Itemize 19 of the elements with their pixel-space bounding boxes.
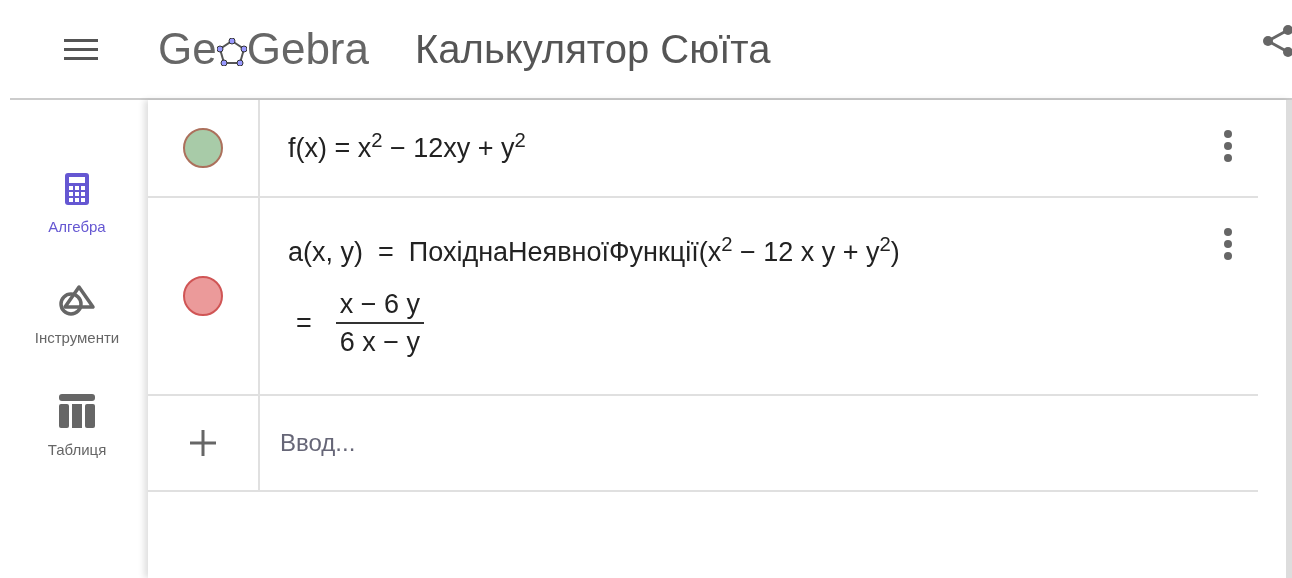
- denominator: 6 x − y: [338, 326, 422, 360]
- numerator: x − 6 y: [338, 288, 422, 322]
- sidebar-tab[interactable]: Інструменти: [34, 282, 120, 349]
- logo-text: Gebra: [246, 27, 369, 71]
- share-icon[interactable]: [1262, 24, 1292, 58]
- equals-sign: =: [296, 307, 312, 340]
- table-icon: [58, 393, 96, 429]
- logo-text: Ge: [158, 27, 217, 71]
- circle-triangle-icon: [57, 282, 97, 317]
- calculator-icon: [64, 172, 90, 206]
- formula: f(x) = x$^{2}$ − 12xy + y$^{2}$: [288, 127, 527, 165]
- plus-icon[interactable]: [189, 429, 217, 457]
- sidebar-tab[interactable]: Таблиця: [47, 393, 107, 462]
- menu-icon[interactable]: [64, 38, 98, 60]
- formula: a(x, y) = ПохіднаНеявноїФункції(x$^{2}$ − 12 x y + y$^{2}$): [288, 231, 901, 269]
- sidebar-tab[interactable]: Алгебра: [48, 172, 106, 239]
- app-title: Калькулятор Сюїта: [415, 26, 771, 73]
- pentagon-logo-icon: [216, 38, 247, 66]
- input-field[interactable]: Ввод...: [260, 396, 1258, 490]
